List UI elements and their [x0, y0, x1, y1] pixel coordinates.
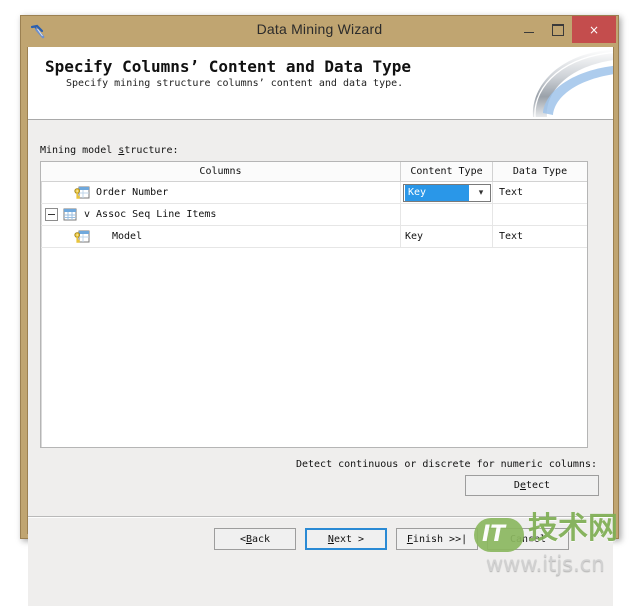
maximize-icon [551, 23, 564, 36]
table-row[interactable]: Model Key Text [41, 226, 587, 248]
column-header-content-type[interactable]: Content Type [401, 162, 493, 181]
cell-column-name[interactable]: v Assoc Seq Line Items [41, 204, 401, 225]
title-bar: Data Mining Wizard × [21, 16, 618, 47]
finish-button[interactable]: Finish >>| [396, 528, 478, 550]
table-icon [62, 208, 78, 222]
cell-column-name[interactable]: Model [41, 226, 401, 247]
content-type-value: Key [405, 184, 469, 201]
close-button[interactable]: × [572, 16, 616, 43]
cell-data-type[interactable]: Text [493, 182, 587, 203]
row-label: Order Number [96, 187, 169, 198]
row-label: Model [112, 231, 143, 242]
row-label: v Assoc Seq Line Items [84, 209, 217, 220]
wizard-page-body: Mining model structure: Columns Content … [28, 120, 613, 606]
mining-structure-grid[interactable]: Columns Content Type Data Type Order Num… [40, 161, 588, 448]
dialog-client-area: Specify Columns’ Content and Data Type S… [27, 47, 614, 606]
cancel-button[interactable]: Cancel [487, 528, 569, 550]
collapse-expander-icon[interactable] [45, 208, 58, 221]
cell-content-type[interactable] [401, 204, 493, 225]
column-header-data-type[interactable]: Data Type [493, 162, 587, 181]
minus-icon [48, 214, 55, 215]
page-subtitle: Specify mining structure columns’ conten… [66, 78, 404, 89]
cell-data-type[interactable]: Text [493, 226, 587, 247]
chevron-down-icon[interactable]: ▾ [474, 187, 488, 200]
minimize-button[interactable] [514, 16, 543, 43]
cell-column-name[interactable]: Order Number [41, 182, 401, 203]
cell-content-type[interactable]: Key ▾ [401, 182, 493, 203]
page-title: Specify Columns’ Content and Data Type [45, 57, 412, 76]
cell-data-type[interactable] [493, 204, 587, 225]
key-table-icon [74, 230, 90, 244]
next-button[interactable]: Next > [305, 528, 387, 550]
banner-swoosh-icon [503, 47, 613, 119]
detect-button[interactable]: De tect [465, 475, 599, 496]
detect-hint: Detect continuous or discrete for numeri… [295, 459, 597, 470]
cell-content-type[interactable]: Key [401, 226, 493, 247]
dialog-footer: < Back Next > Finish >>| Cancel [28, 518, 613, 606]
minimize-icon [523, 32, 534, 33]
wizard-button-row: < Back Next > Finish >>| Cancel [214, 528, 569, 550]
table-row[interactable]: v Assoc Seq Line Items [41, 204, 587, 226]
maximize-button[interactable] [543, 16, 572, 43]
key-table-icon [74, 186, 90, 200]
dialog-window: Data Mining Wizard × Specify Columns’ Co… [20, 15, 619, 606]
column-header-columns[interactable]: Columns [41, 162, 401, 181]
window-controls: × [514, 16, 616, 46]
table-row[interactable]: Order Number Key ▾ Text [41, 182, 587, 204]
screenshot-root: Data Mining Wizard × Specify Columns’ Co… [0, 0, 639, 606]
structure-label: Mining model structure: [40, 145, 179, 156]
grid-header-row: Columns Content Type Data Type [41, 162, 587, 182]
content-type-combobox[interactable]: Key ▾ [403, 183, 491, 202]
wizard-banner: Specify Columns’ Content and Data Type S… [28, 47, 613, 120]
back-button[interactable]: < Back [214, 528, 296, 550]
